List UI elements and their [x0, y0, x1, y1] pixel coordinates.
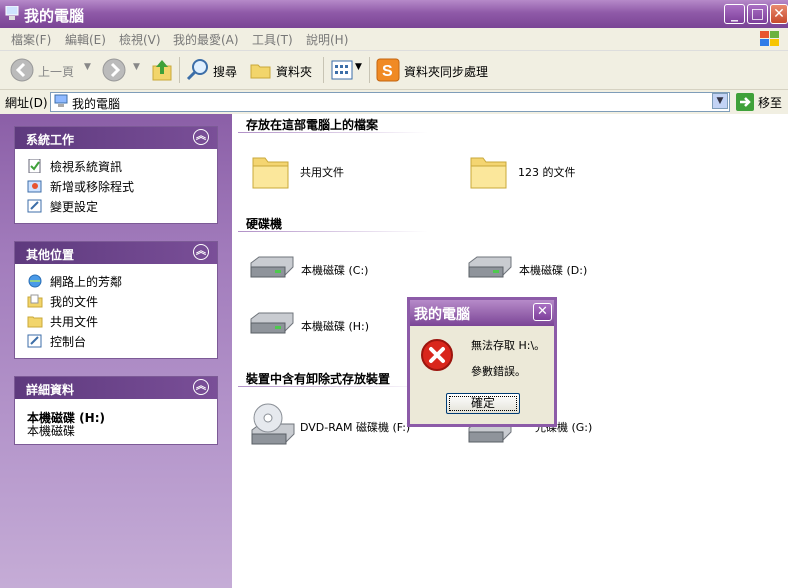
dialog-message-2: 參數錯誤。	[471, 365, 526, 378]
folders-icon[interactable]	[249, 58, 273, 82]
my-computer-icon	[54, 94, 68, 107]
details-header[interactable]: 詳細資料 ︽	[15, 377, 217, 399]
network-places-icon	[28, 274, 42, 288]
title-bar[interactable]: 我的電腦 _ □ ✕	[0, 0, 788, 28]
minimize-button[interactable]: _	[724, 4, 745, 24]
search-button[interactable]: 搜尋	[213, 63, 237, 80]
menu-tools[interactable]: 工具(T)	[252, 31, 293, 48]
hard-drive-icon	[250, 312, 294, 334]
menu-view[interactable]: 檢視(V)	[119, 31, 161, 48]
other-places-header[interactable]: 其他位置 ︽	[15, 242, 217, 264]
svg-text:S: S	[382, 63, 393, 80]
drive-c[interactable]: 本機磁碟 (C:)	[247, 253, 377, 285]
section-files-title: 存放在這部電腦上的檔案	[246, 118, 379, 132]
drive-h[interactable]: 本機磁碟 (H:)	[247, 309, 377, 341]
dialog-title-bar[interactable]: 我的電腦 ✕	[410, 300, 554, 326]
windows-logo-icon	[760, 31, 779, 46]
views-icon[interactable]	[331, 60, 353, 80]
address-input[interactable]: 我的電腦	[50, 92, 730, 112]
dialog-title: 我的電腦	[414, 307, 470, 323]
search-icon[interactable]	[186, 58, 210, 82]
window-title: 我的電腦	[24, 7, 85, 25]
folder-icon	[252, 157, 289, 189]
task-pane: 系統工作 ︽ 檢視系統資訊 新增或移除程式 變更設定 其他位置 ︽ 網路上的芳鄰…	[0, 114, 232, 588]
section-hdd-title: 硬碟機	[246, 217, 283, 231]
toolbar: 上一頁 ▼ ▼ 搜尋 資料夾 ▼ S 資料夾同步處理	[0, 51, 788, 90]
system-info-icon	[28, 159, 41, 173]
folder-icon	[27, 316, 43, 328]
drive-f-dvd[interactable]: DVD-RAM 磁碟機 (F:)	[248, 402, 413, 450]
views-dropdown-icon[interactable]: ▼	[355, 62, 362, 72]
details-type: 本機磁碟	[27, 424, 76, 438]
go-button[interactable]: 移至	[758, 94, 782, 111]
dvd-drive-icon	[251, 403, 295, 445]
my-documents-icon	[27, 294, 43, 308]
system-tasks-panel: 系統工作 ︽ 檢視系統資訊 新增或移除程式 變更設定	[14, 126, 218, 224]
control-panel-icon	[27, 334, 42, 348]
close-button[interactable]: ✕	[770, 4, 788, 24]
back-arrow-icon[interactable]	[10, 58, 34, 82]
folder-123-documents[interactable]: 123 的文件	[468, 150, 588, 192]
my-computer-icon	[5, 6, 19, 20]
folder-shared-documents[interactable]: 共用文件	[250, 150, 360, 192]
address-dropdown-icon[interactable]: ▼	[712, 93, 728, 109]
folder-icon	[470, 157, 507, 189]
sync-icon[interactable]: S	[376, 58, 400, 82]
collapse-chevron-icon[interactable]: ︽	[193, 129, 209, 145]
hard-drive-icon	[250, 256, 294, 278]
collapse-chevron-icon[interactable]: ︽	[193, 244, 209, 260]
menu-help[interactable]: 說明(H)	[306, 31, 348, 48]
dialog-close-button[interactable]: ✕	[533, 303, 552, 321]
error-icon	[421, 339, 453, 371]
section-removable-title: 裝置中含有卸除式存放裝置	[246, 372, 391, 386]
menu-file[interactable]: 檔案(F)	[11, 31, 51, 48]
drive-d[interactable]: 本機磁碟 (D:)	[465, 253, 595, 285]
folders-button[interactable]: 資料夾	[276, 63, 312, 80]
forward-dropdown-icon[interactable]: ▼	[133, 62, 140, 72]
address-bar: 網址(D) 我的電腦 ▼ 移至	[0, 90, 788, 115]
up-folder-icon[interactable]	[151, 58, 173, 82]
forward-arrow-icon[interactable]	[102, 58, 126, 82]
ok-button[interactable]: 確定	[446, 393, 520, 414]
maximize-button[interactable]: □	[747, 4, 768, 24]
menu-bar: 檔案(F) 編輯(E) 檢視(V) 我的最愛(A) 工具(T) 說明(H)	[0, 28, 788, 51]
address-value: 我的電腦	[72, 97, 121, 111]
control-panel-icon	[27, 199, 42, 213]
back-button[interactable]: 上一頁	[38, 63, 74, 80]
dialog-message-1: 無法存取 H:\。	[471, 339, 546, 352]
other-places-panel: 其他位置 ︽ 網路上的芳鄰 我的文件 共用文件 控制台	[14, 241, 218, 359]
error-dialog: 我的電腦 ✕ 無法存取 H:\。 參數錯誤。 確定	[407, 297, 557, 427]
address-label: 網址(D)	[5, 96, 48, 110]
add-remove-programs-icon	[27, 180, 42, 193]
sync-button[interactable]: 資料夾同步處理	[404, 63, 488, 80]
hard-drive-icon	[468, 256, 512, 278]
menu-edit[interactable]: 編輯(E)	[65, 31, 106, 48]
menu-favorites[interactable]: 我的最愛(A)	[173, 31, 239, 48]
details-panel: 詳細資料 ︽ 本機磁碟 (H:) 本機磁碟	[14, 376, 218, 445]
system-tasks-header[interactable]: 系統工作 ︽	[15, 127, 217, 149]
back-dropdown-icon[interactable]: ▼	[84, 62, 91, 72]
go-arrow-icon[interactable]	[736, 93, 754, 111]
collapse-chevron-icon[interactable]: ︽	[193, 379, 209, 395]
